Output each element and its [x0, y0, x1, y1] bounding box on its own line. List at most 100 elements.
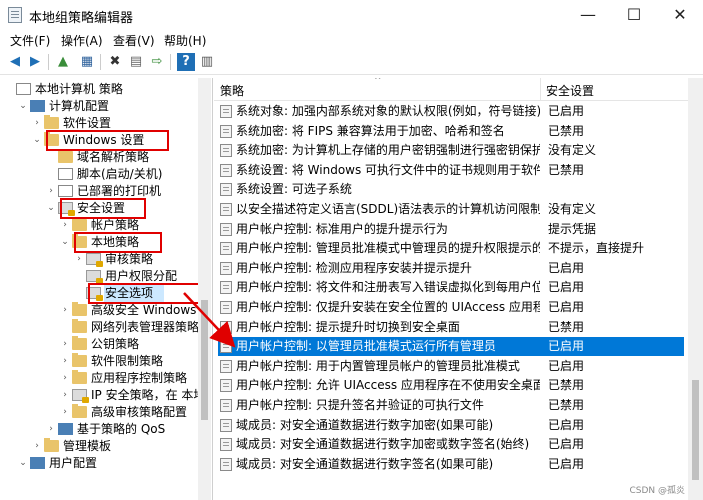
list-scrollbar-thumb[interactable] — [692, 380, 699, 480]
policy-icon — [220, 418, 232, 432]
policy-name: 用户帐户控制: 提示提升时切换到安全桌面 — [236, 319, 460, 334]
tree-item-label: 计算机配置 — [49, 99, 110, 113]
policy-name: 域成员: 对安全通道数据进行数字签名(如果可能) — [236, 456, 494, 471]
policy-row[interactable]: 用户帐户控制: 管理员批准模式中管理员的提升权限提示的... 不提示，直接提升 — [218, 239, 684, 258]
folder-icon — [72, 302, 87, 316]
expanded-chevron-icon[interactable]: ⌄ — [60, 234, 70, 251]
policy-row[interactable]: 以安全描述符定义语言(SDDL)语法表示的计算机访问限制 没有定义 — [218, 200, 684, 219]
folder-icon — [44, 115, 59, 129]
tree-scrollbar[interactable] — [198, 78, 211, 500]
collapsed-chevron-icon[interactable]: › — [60, 387, 70, 404]
forward-icon[interactable]: ▶ — [26, 53, 44, 71]
policy-name: 域成员: 对安全通道数据进行数字加密(如果可能) — [236, 417, 494, 432]
policy-setting: 已启用 — [548, 260, 585, 275]
policy-row[interactable]: 系统加密: 将 FIPS 兼容算法用于加密、哈希和签名 已禁用 — [218, 122, 684, 141]
tree-item-label: 管理模板 — [63, 439, 112, 453]
minimize-button[interactable]: — — [565, 0, 611, 30]
menu-bar: 文件(F) 操作(A) 查看(V) 帮助(H) — [0, 30, 703, 50]
toolbar: ◀ ▶ ▲ ▦ ✖ ▤ ⇨ ? ▥ — [0, 50, 703, 75]
lock-icon — [86, 270, 103, 284]
view-icon[interactable]: ▥ — [198, 53, 216, 71]
policy-name: 用户帐户控制: 检测应用程序安装并提示提升 — [236, 260, 472, 275]
policy-row[interactable]: 用户帐户控制: 允许 UIAccess 应用程序在不使用安全桌面的... 已禁用 — [218, 376, 684, 395]
tree-scrollbar-thumb[interactable] — [201, 300, 208, 420]
folder-icon — [72, 404, 87, 418]
toolbar-divider — [170, 54, 171, 70]
column-header-policy[interactable]: 策略 — [220, 82, 244, 99]
column-header-setting[interactable]: 安全设置 — [546, 82, 594, 99]
policy-setting: 已启用 — [548, 300, 585, 314]
expanded-chevron-icon[interactable]: ⌄ — [32, 132, 42, 149]
tree-item-label: 网络列表管理器策略 — [91, 320, 200, 334]
expanded-chevron-icon[interactable]: ⌄ — [18, 98, 28, 115]
policy-row[interactable]: 用户帐户控制: 标准用户的提升提示行为 提示凭据 — [218, 220, 684, 239]
policy-name: 域成员: 对安全通道数据进行数字加密或数字签名(始终) — [236, 437, 530, 452]
tree-toggle-icon[interactable]: ▦ — [78, 53, 96, 71]
folder-icon — [72, 353, 87, 367]
collapsed-chevron-icon[interactable]: › — [60, 404, 70, 421]
help-icon[interactable]: ? — [177, 53, 195, 71]
gpedit-app-icon — [8, 7, 22, 23]
export-icon[interactable]: ⇨ — [148, 53, 166, 71]
highlight-local-policies — [74, 232, 162, 253]
policy-icon — [220, 144, 232, 158]
policy-row[interactable]: 系统设置: 可选子系统 — [218, 180, 684, 199]
close-button[interactable]: ✕ — [657, 0, 703, 30]
policy-row[interactable]: 域成员: 对安全通道数据进行数字加密(如果可能) 已启用 — [218, 416, 684, 435]
policy-row[interactable]: 用户帐户控制: 仅提升安装在安全位置的 UIAccess 应用程序 已启用 — [218, 298, 684, 317]
menu-view[interactable]: 查看(V) — [113, 32, 155, 49]
up-icon[interactable]: ▲ — [54, 53, 72, 71]
policy-icon — [220, 379, 232, 393]
policy-icon — [220, 105, 232, 118]
maximize-button[interactable]: ☐ — [611, 0, 657, 30]
expanded-chevron-icon[interactable]: ⌄ — [18, 455, 28, 472]
policy-row[interactable]: 用户帐户控制: 提示提升时切换到安全桌面 已禁用 — [218, 318, 684, 337]
column-divider[interactable] — [540, 78, 541, 100]
delete-icon[interactable]: ✖ — [106, 53, 124, 71]
collapsed-chevron-icon[interactable]: › — [74, 251, 84, 268]
menu-action[interactable]: 操作(A) — [61, 32, 103, 49]
policy-row[interactable]: 用户帐户控制: 用于内置管理员帐户的管理员批准模式 已启用 — [218, 357, 684, 376]
policy-icon — [220, 457, 232, 471]
policy-setting: 已禁用 — [548, 162, 585, 177]
policy-row[interactable]: 域成员: 对安全通道数据进行数字签名(如果可能) 已启用 — [218, 455, 684, 474]
collapsed-chevron-icon[interactable]: › — [46, 183, 56, 200]
menu-help[interactable]: 帮助(H) — [164, 32, 206, 49]
tree-item-label: 高级审核策略配置 — [91, 405, 188, 419]
collapsed-chevron-icon[interactable]: › — [60, 336, 70, 353]
policy-row[interactable]: 用户帐户控制: 检测应用程序安装并提示提升 已启用 — [218, 259, 684, 278]
back-icon[interactable]: ◀ — [6, 53, 24, 71]
policy-setting: 已启用 — [548, 280, 585, 295]
policy-row[interactable]: 用户帐户控制: 将文件和注册表写入错误虚拟化到每用户位置 已启用 — [218, 278, 684, 297]
expanded-chevron-icon[interactable]: ⌄ — [46, 200, 56, 217]
folder-icon — [58, 149, 73, 163]
policy-setting: 已启用 — [548, 417, 585, 432]
policy-name: 用户帐户控制: 以管理员批准模式运行所有管理员 — [236, 339, 496, 354]
menu-file[interactable]: 文件(F) — [10, 32, 50, 49]
policy-row[interactable]: 系统对象: 加强内部系统对象的默认权限(例如，符号链接) 已启用 — [218, 102, 684, 121]
policy-row[interactable]: 用户帐户控制: 只提升签名并验证的可执行文件 已禁用 — [218, 396, 684, 415]
collapsed-chevron-icon[interactable]: › — [60, 353, 70, 370]
collapsed-chevron-icon[interactable]: › — [46, 421, 56, 438]
folder-icon — [72, 370, 87, 384]
policy-row[interactable]: 系统设置: 将 Windows 可执行文件中的证书规则用于软件限... 已禁用 — [218, 161, 684, 180]
collapsed-chevron-icon[interactable]: › — [32, 115, 42, 132]
highlight-windows-settings — [46, 130, 169, 151]
policy-icon — [220, 203, 232, 216]
tree-item-label: 脚本(启动/关机) — [77, 167, 163, 181]
policy-row[interactable]: 系统加密: 为计算机上存储的用户密钥强制进行强密钥保护 没有定义 — [218, 141, 684, 160]
policy-setting: 提示凭据 — [548, 221, 597, 236]
policy-setting: 已禁用 — [548, 123, 585, 138]
policy-row[interactable]: 域成员: 对安全通道数据进行数字加密或数字签名(始终) 已启用 — [218, 435, 684, 454]
policy-name: 以安全描述符定义语言(SDDL)语法表示的计算机访问限制 — [236, 202, 540, 216]
properties-icon[interactable]: ▤ — [127, 53, 145, 71]
policy-row[interactable]: 用户帐户控制: 以管理员批准模式运行所有管理员 已启用 — [218, 337, 684, 357]
collapsed-chevron-icon[interactable]: › — [60, 217, 70, 234]
tree-item-label: 用户配置 — [49, 456, 98, 470]
collapsed-chevron-icon[interactable]: › — [32, 438, 42, 455]
collapsed-chevron-icon[interactable]: › — [60, 302, 70, 319]
folder-icon — [72, 217, 87, 231]
collapsed-chevron-icon[interactable]: › — [60, 370, 70, 387]
tree-item-label: 软件限制策略 — [91, 354, 164, 368]
policy-name: 用户帐户控制: 标准用户的提升提示行为 — [236, 221, 448, 236]
